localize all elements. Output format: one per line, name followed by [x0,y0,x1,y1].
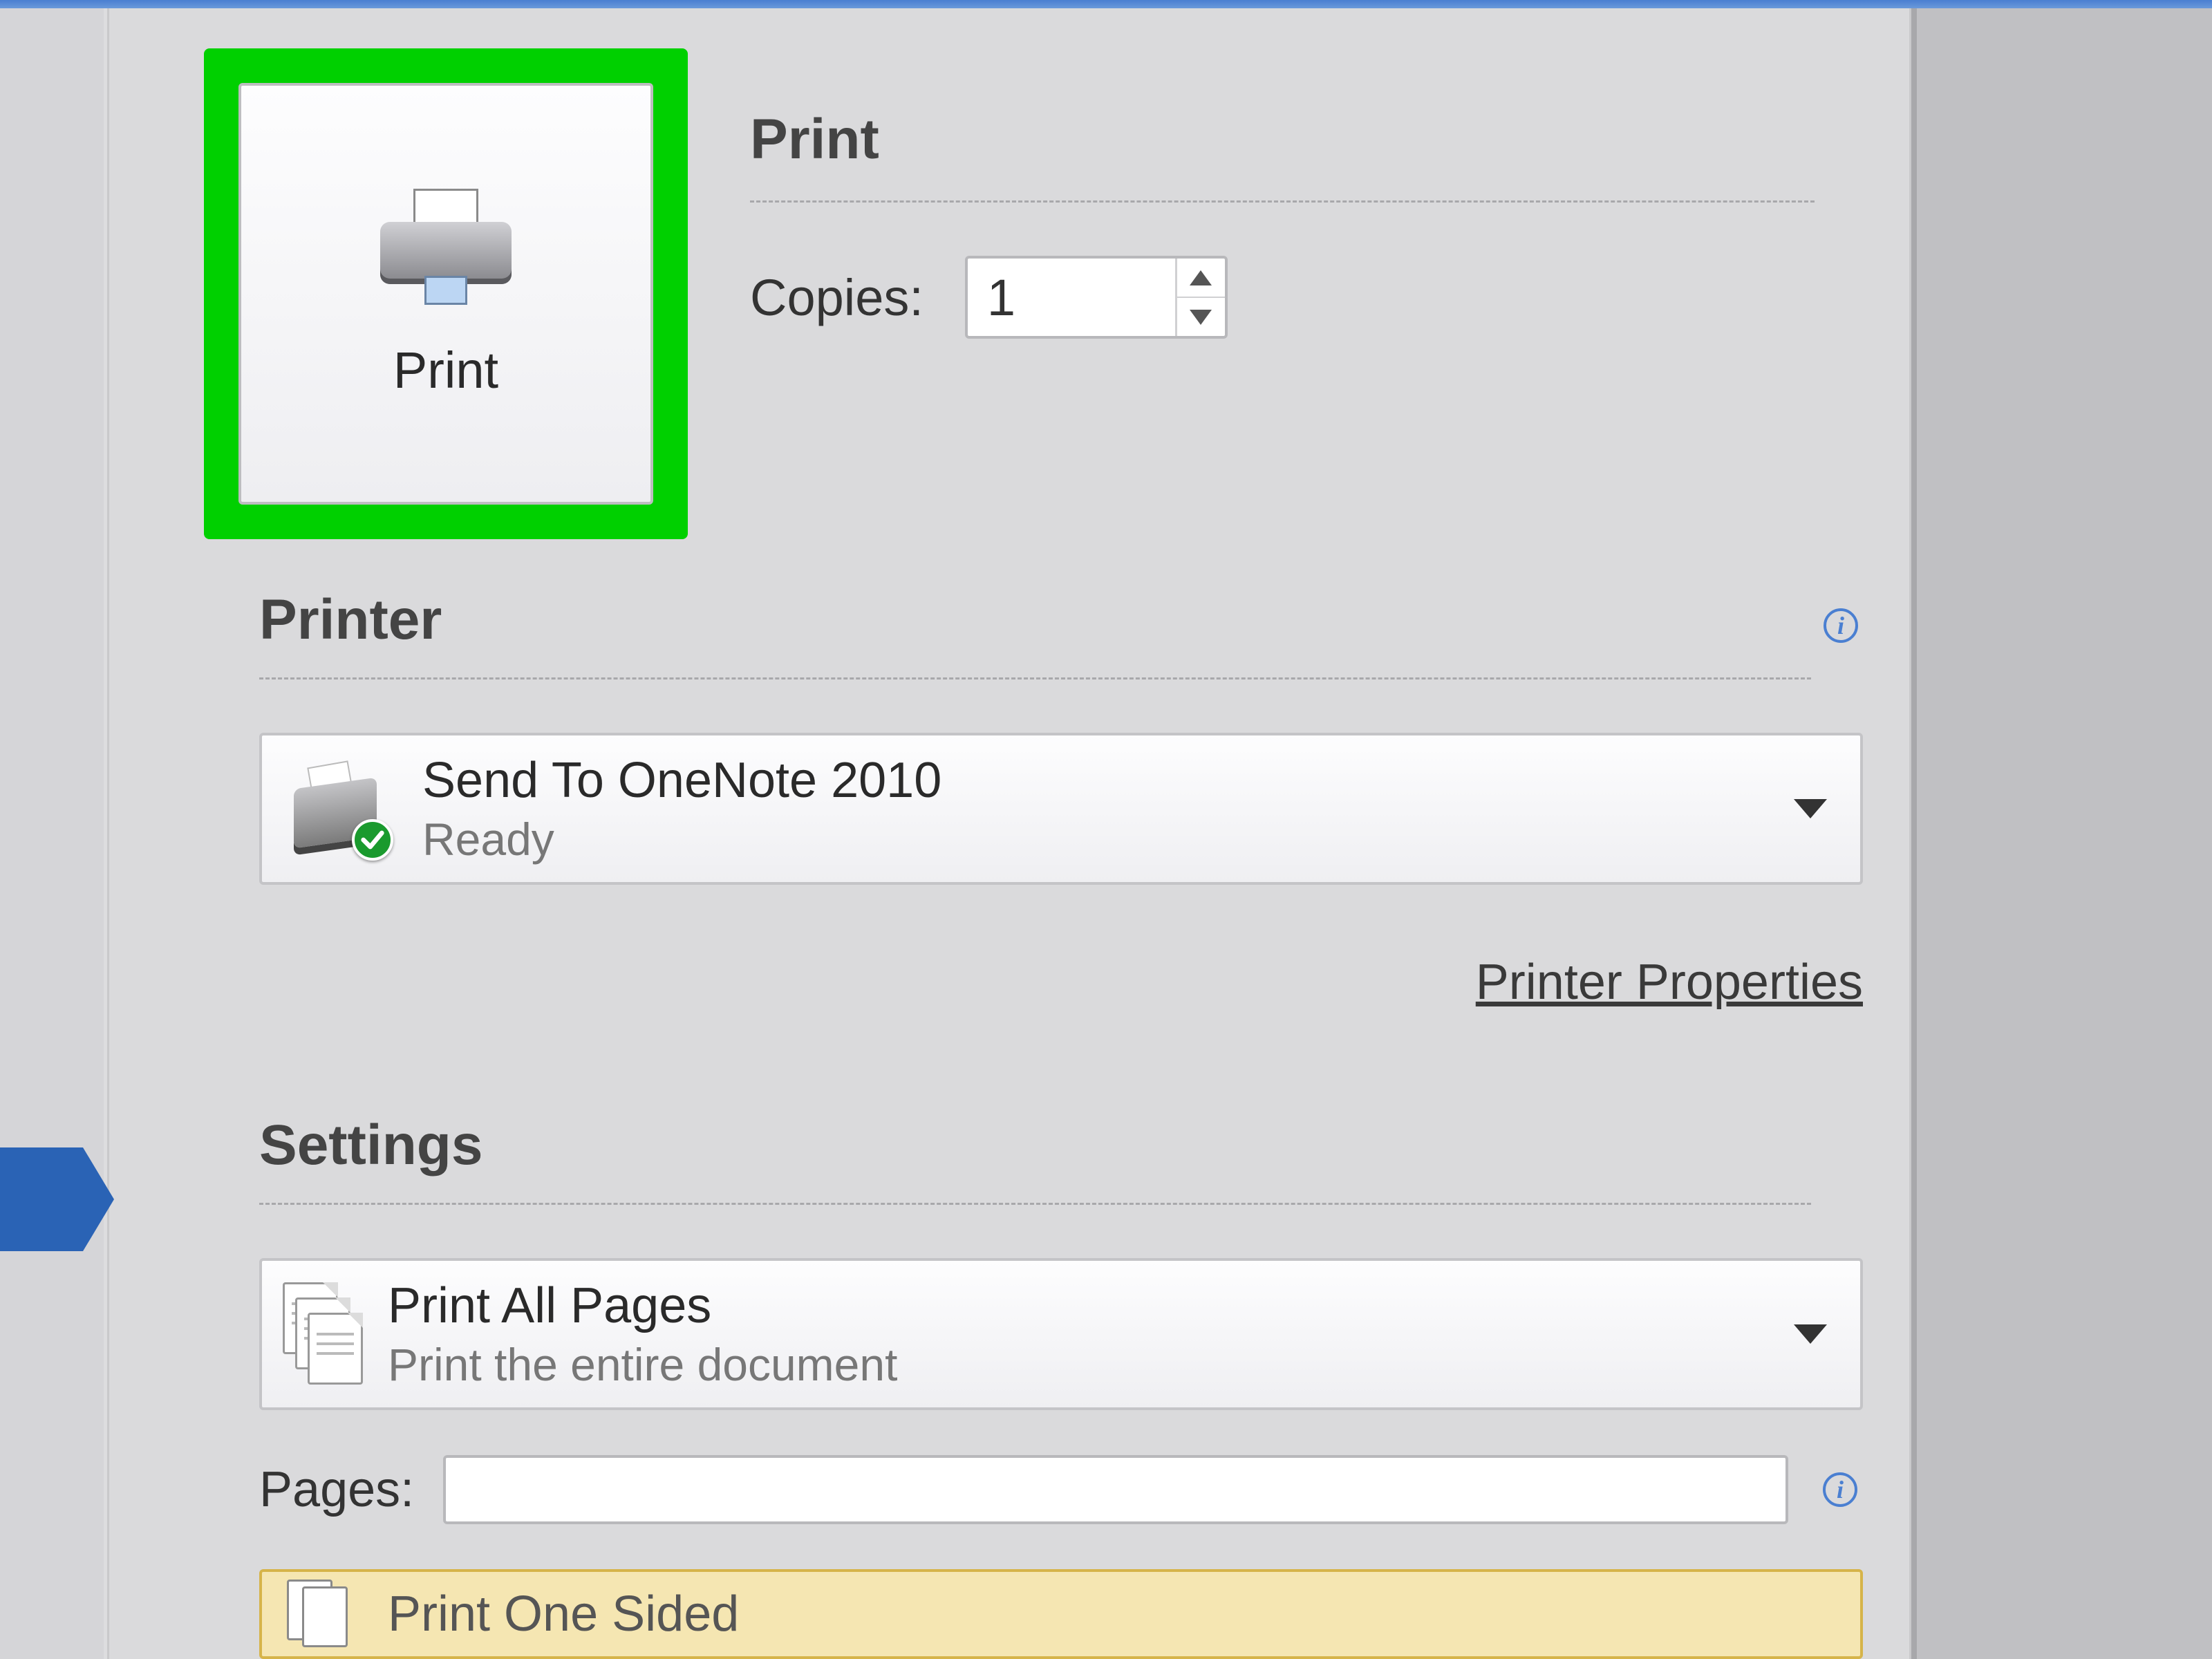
printer-select[interactable]: Send To OneNote 2010 Ready [259,733,1863,885]
nav-active-tab-arrow [83,1147,114,1251]
chevron-up-icon [1190,270,1212,285]
separator [750,200,1815,203]
print-range-select[interactable]: Print All Pages Print the entire documen… [259,1258,1863,1410]
right-gutter [1911,0,2212,1659]
sidebar-background [0,0,104,1659]
separator [259,1203,1811,1205]
print-heading-text: Print [750,107,879,172]
copies-input[interactable] [968,259,1175,336]
pages-icon [283,1282,366,1386]
print-button[interactable]: Print [238,83,653,505]
printer-properties-row: Printer Properties [259,954,1863,1011]
info-icon[interactable]: i [1824,608,1858,643]
checkmark-icon [352,819,393,861]
copies-step-up[interactable] [1177,259,1225,298]
pages-input[interactable] [443,1455,1788,1524]
right-gutter-border [1911,0,1917,1659]
title-bar [0,0,2212,8]
sides-option-title: Print One Sided [388,1586,739,1642]
chevron-down-icon [1190,310,1212,325]
settings-heading-text: Settings [259,1113,482,1178]
range-option-title: Print All Pages [388,1277,1772,1334]
page-side-icon [283,1580,366,1649]
printer-status-icon [283,757,400,861]
dropdown-caret-icon [1794,1324,1827,1344]
settings-section-header: Settings [259,1113,482,1178]
info-icon[interactable]: i [1823,1472,1857,1507]
printer-section-header: Printer [259,588,442,653]
copies-label: Copies: [750,268,924,327]
nav-active-tab[interactable] [0,1147,83,1251]
highlight-frame: Print [204,48,688,539]
range-option-subtitle: Print the entire document [388,1338,1772,1391]
pages-label: Pages: [259,1461,414,1518]
copies-step-down[interactable] [1177,298,1225,336]
printer-name: Send To OneNote 2010 [422,752,1772,809]
dropdown-caret-icon [1794,799,1827,818]
copies-spinner[interactable] [965,256,1228,339]
printer-properties-link[interactable]: Printer Properties [1476,955,1863,1010]
copies-row: Copies: [750,256,1228,339]
printer-icon [373,189,518,313]
separator [259,677,1811,679]
print-button-label: Print [393,341,498,400]
sides-select[interactable]: Print One Sided [259,1569,1863,1659]
pages-row: Pages: i [259,1448,1863,1531]
printer-heading-text: Printer [259,588,442,653]
printer-status: Ready [422,813,1772,865]
print-section-header: Print [750,107,879,172]
